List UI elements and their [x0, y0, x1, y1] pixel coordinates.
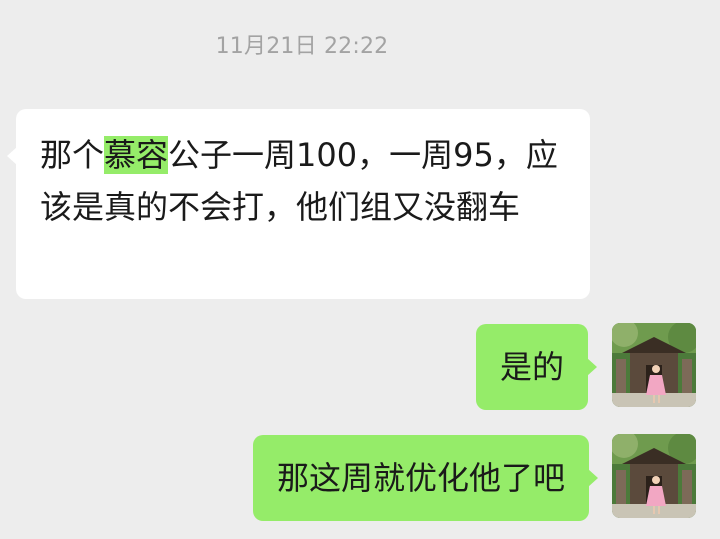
- outgoing-message-bubble[interactable]: 那这周就优化他了吧: [252, 435, 599, 521]
- message-text-part: 那个: [40, 136, 105, 174]
- message-text: 那这周就优化他了吧: [276, 459, 565, 497]
- avatar-photo-icon: [612, 323, 696, 407]
- highlighted-text[interactable]: 慕容: [104, 136, 169, 174]
- message-timestamp: 11月21日 22:22: [215, 34, 389, 59]
- user-avatar[interactable]: [612, 323, 696, 407]
- message-text: 是的: [499, 348, 564, 386]
- user-avatar[interactable]: [612, 434, 696, 518]
- avatar-photo-icon: [612, 434, 696, 518]
- incoming-message-bubble[interactable]: 那个慕容公子一周100，一周95，应该是真的不会打，他们组又没翻车: [7, 109, 590, 299]
- chat-view: 11月21日 22:22 那个慕容公子一周100，一周95，应该是真的不会打，他…: [0, 0, 720, 539]
- outgoing-message-bubble[interactable]: 是的: [475, 324, 598, 410]
